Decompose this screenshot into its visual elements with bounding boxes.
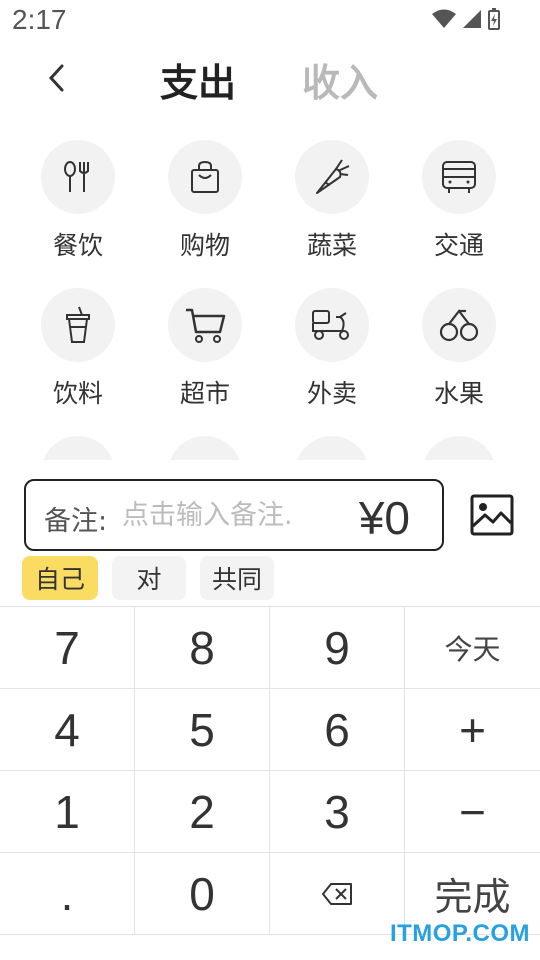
drink-cup-icon bbox=[66, 306, 90, 343]
partial-icon bbox=[315, 458, 349, 460]
note-box: 备注: ¥0 bbox=[24, 479, 444, 551]
payer-selector: 自己 对 共同 bbox=[22, 556, 274, 602]
partial-icon bbox=[63, 458, 93, 460]
signal-icon bbox=[463, 10, 481, 28]
category-shopping[interactable]: 购物 bbox=[145, 140, 265, 280]
partial-icon bbox=[442, 458, 476, 460]
category-label: 蔬菜 bbox=[306, 231, 357, 260]
tab-income[interactable]: 收入 bbox=[302, 52, 378, 107]
category-takeout[interactable]: 外卖 bbox=[272, 288, 392, 428]
payer-chip-self[interactable]: 自己 bbox=[22, 556, 98, 600]
note-input[interactable] bbox=[122, 495, 332, 535]
carrot-icon bbox=[316, 159, 350, 194]
add-image-button[interactable] bbox=[468, 491, 516, 539]
numeric-keypad: 7 8 9 今天 4 5 6 + 1 2 3 − . 0 完成 bbox=[0, 606, 540, 936]
payer-chip-partner[interactable]: 对 bbox=[112, 556, 186, 600]
watermark: ITMOP.COM bbox=[389, 920, 530, 947]
utensils-icon bbox=[64, 161, 89, 192]
key-3[interactable]: 3 bbox=[270, 771, 405, 853]
category-partial[interactable] bbox=[18, 436, 138, 460]
category-label: 外卖 bbox=[306, 379, 357, 408]
key-7[interactable]: 7 bbox=[0, 607, 135, 689]
delivery-scooter-icon bbox=[312, 310, 349, 340]
amount-display: ¥0 bbox=[358, 492, 410, 544]
minus-key[interactable]: − bbox=[405, 771, 540, 853]
key-9[interactable]: 9 bbox=[270, 607, 405, 689]
plus-key[interactable]: + bbox=[405, 689, 540, 771]
status-time: 2:17 bbox=[12, 4, 67, 35]
battery-icon bbox=[488, 8, 500, 30]
category-partial[interactable] bbox=[272, 436, 392, 460]
payer-chip-shared[interactable]: 共同 bbox=[200, 556, 274, 600]
category-label: 购物 bbox=[179, 231, 230, 260]
decimal-key[interactable]: . bbox=[0, 853, 135, 935]
category-partial[interactable] bbox=[399, 436, 519, 460]
key-8[interactable]: 8 bbox=[135, 607, 270, 689]
category-supermarket[interactable]: 超市 bbox=[145, 288, 265, 428]
key-0[interactable]: 0 bbox=[135, 853, 270, 935]
key-6[interactable]: 6 bbox=[270, 689, 405, 771]
category-label: 交通 bbox=[433, 231, 484, 260]
category-transport[interactable]: 交通 bbox=[399, 140, 519, 280]
key-5[interactable]: 5 bbox=[135, 689, 270, 771]
category-label: 餐饮 bbox=[52, 231, 103, 260]
chevron-left-icon bbox=[48, 64, 64, 92]
category-partial[interactable] bbox=[145, 436, 265, 460]
key-4[interactable]: 4 bbox=[0, 689, 135, 771]
date-button[interactable]: 今天 bbox=[405, 607, 540, 689]
status-icons bbox=[432, 8, 500, 30]
backspace-icon bbox=[322, 882, 352, 905]
wifi-icon bbox=[432, 9, 456, 28]
image-icon bbox=[470, 494, 514, 536]
shopping-bag-icon bbox=[191, 160, 219, 193]
header: 支出 收入 bbox=[0, 44, 540, 114]
bus-icon bbox=[442, 161, 476, 193]
category-vegetables[interactable]: 蔬菜 bbox=[272, 140, 392, 280]
cherry-icon bbox=[439, 309, 479, 342]
backspace-key[interactable] bbox=[270, 853, 405, 935]
status-bar: 2:17 bbox=[0, 0, 540, 44]
key-1[interactable]: 1 bbox=[0, 771, 135, 853]
category-fruit[interactable]: 水果 bbox=[399, 288, 519, 428]
cart-icon bbox=[186, 308, 226, 343]
tab-expense[interactable]: 支出 bbox=[160, 52, 236, 107]
category-drinks[interactable]: 饮料 bbox=[18, 288, 138, 428]
category-label: 水果 bbox=[433, 379, 484, 408]
partial-icon bbox=[190, 458, 220, 460]
category-label: 超市 bbox=[179, 379, 230, 408]
category-dining[interactable]: 餐饮 bbox=[18, 140, 138, 280]
category-label: 饮料 bbox=[52, 379, 103, 408]
note-label: 备注: bbox=[44, 506, 108, 537]
category-grid: 餐饮 购物 蔬菜 交通 饮料 超市 外卖 水果 bbox=[0, 138, 540, 460]
key-2[interactable]: 2 bbox=[135, 771, 270, 853]
back-button[interactable] bbox=[36, 58, 76, 98]
